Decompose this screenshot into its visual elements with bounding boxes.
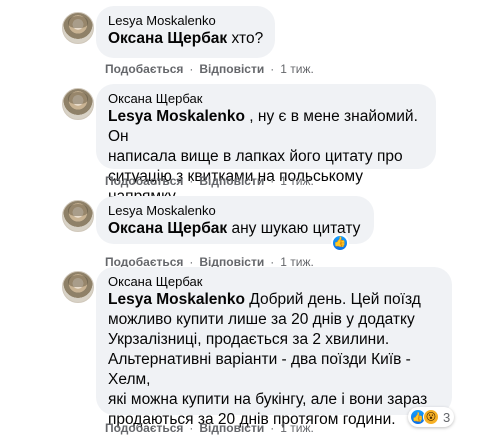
comment-text: Lesya Moskalenko , ну є в мене знайомий.… [108, 108, 418, 205]
comment-bubble: Оксана Щербак Lesya Moskalenko , ну є в … [96, 84, 436, 205]
avatar[interactable] [62, 271, 94, 303]
avatar[interactable] [62, 12, 94, 44]
reactions-summary[interactable]: 👍 😮 3 [408, 407, 455, 427]
avatar[interactable] [62, 88, 94, 120]
mention[interactable]: Оксана Щербак [108, 30, 227, 47]
timestamp[interactable]: 1 тиж. [280, 420, 314, 436]
like-button[interactable]: Подобається [105, 420, 183, 436]
reaction-count: 3 [443, 409, 451, 425]
wow-face-icon: 😮 [423, 409, 439, 425]
comment-author[interactable]: Lesya Moskalenko [108, 13, 263, 29]
like-reaction-icon[interactable]: 👍 [331, 234, 349, 252]
mention[interactable]: Lesya Moskalenko [108, 291, 245, 308]
mention[interactable]: Оксана Щербак [108, 220, 227, 237]
comment-text: Оксана Щербак хто? [108, 30, 264, 47]
timestamp[interactable]: 1 тиж. [280, 61, 314, 77]
mention[interactable]: Lesya Moskalenko [108, 108, 245, 125]
reply-button[interactable]: Відповісти [199, 61, 264, 77]
comment-text: Lesya Moskalenko Добрий день. Цей поїзд … [108, 291, 428, 428]
comment-text: Оксана Щербак ану шукаю цитату [108, 220, 361, 237]
like-button[interactable]: Подобається [105, 173, 183, 189]
avatar[interactable] [62, 200, 94, 232]
like-button[interactable]: Подобається [105, 61, 183, 77]
comment-actions: Подобається · Відповісти · 1 тиж. [105, 61, 314, 77]
comment-bubble: Lesya Moskalenko Оксана Щербак хто? [96, 6, 276, 58]
reply-button[interactable]: Відповісти [199, 420, 264, 436]
reply-button[interactable]: Відповісти [199, 173, 264, 189]
comment-bubble: Оксана Щербак Lesya Moskalenko Добрий де… [96, 267, 452, 428]
comment-author[interactable]: Оксана Щербак [108, 91, 424, 107]
timestamp[interactable]: 1 тиж. [280, 173, 314, 189]
comment-author[interactable]: Lesya Moskalenko [108, 203, 360, 219]
comment-author[interactable]: Оксана Щербак [108, 274, 440, 290]
comment-actions: Подобається · Відповісти · 1 тиж. [105, 420, 314, 436]
comment-actions: Подобається · Відповісти · 1 тиж. [105, 173, 314, 189]
